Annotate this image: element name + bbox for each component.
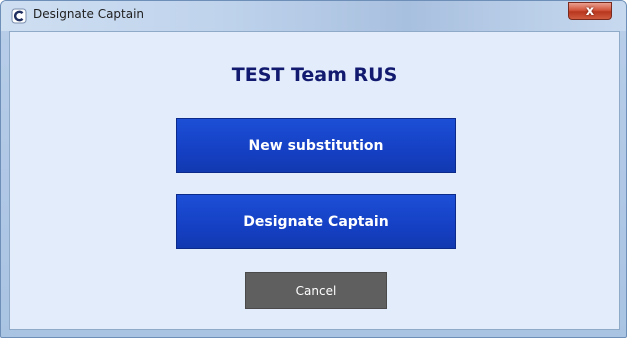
- cancel-label: Cancel: [295, 283, 337, 298]
- dialog-content: TEST Team RUS New substitution Designate…: [9, 31, 620, 330]
- designate-captain-button[interactable]: Designate Captain: [176, 194, 456, 249]
- app-icon: [11, 8, 27, 24]
- window-title: Designate Captain: [33, 7, 145, 21]
- close-icon: x: [585, 3, 595, 19]
- designate-captain-label: Designate Captain: [243, 213, 389, 230]
- title-bar[interactable]: Designate Captain x: [1, 1, 626, 31]
- dialog-window: Designate Captain x TEST Team RUS New su…: [0, 0, 627, 338]
- cancel-button[interactable]: Cancel: [245, 272, 387, 309]
- new-substitution-button[interactable]: New substitution: [176, 118, 456, 173]
- new-substitution-label: New substitution: [248, 137, 384, 154]
- team-name-heading: TEST Team RUS: [231, 64, 398, 86]
- close-button[interactable]: x: [568, 2, 612, 20]
